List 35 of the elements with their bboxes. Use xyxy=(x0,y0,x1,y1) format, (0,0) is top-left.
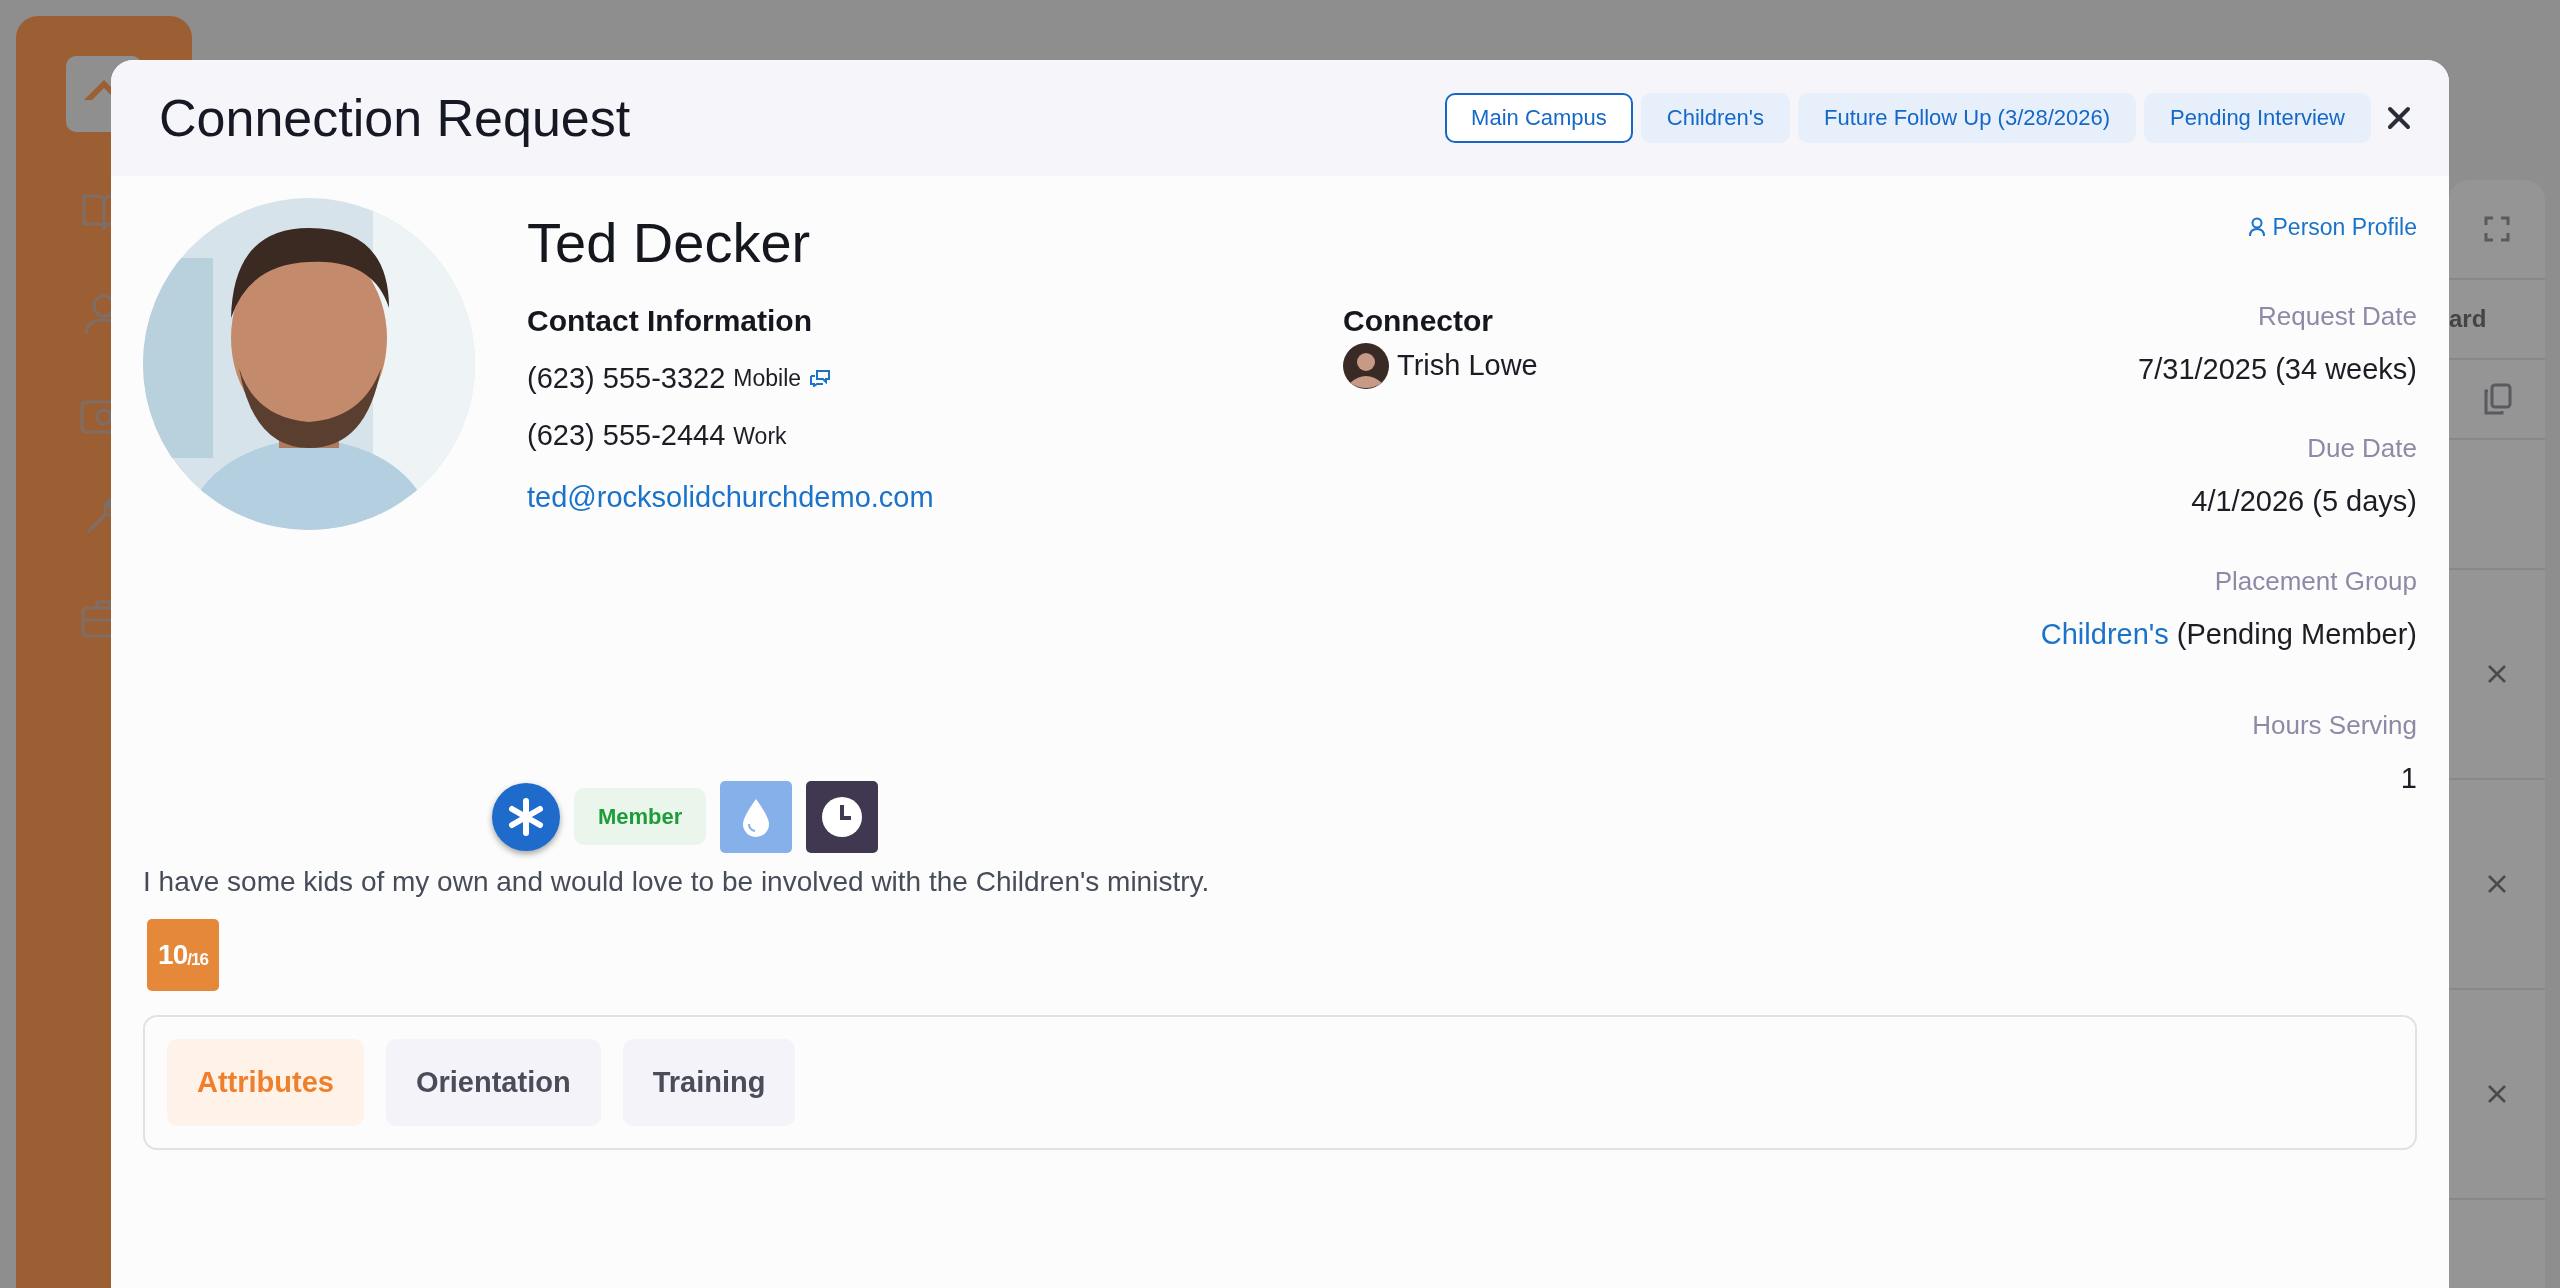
phone-number[interactable]: (623) 555-2444 xyxy=(527,414,726,458)
member-badge: Member xyxy=(574,788,707,845)
phone-number[interactable]: (623) 555-3322 xyxy=(527,356,726,401)
avatar xyxy=(1343,343,1389,389)
person-icon xyxy=(2248,217,2265,238)
detail-label: Request Date xyxy=(2258,299,2417,333)
section-heading: Contact Information xyxy=(527,302,813,339)
tab[interactable]: Orientation xyxy=(385,1038,601,1126)
detail-value: (Pending Member) xyxy=(2176,616,2417,652)
detail-value: 1 xyxy=(2400,761,2417,796)
tab[interactable]: Training xyxy=(622,1038,796,1126)
section-heading: Connector xyxy=(1343,303,1494,339)
comment-text: I have some kids of my own and would love to be involved with the Children's ministry. xyxy=(143,864,1211,899)
tag[interactable]: Main Campus xyxy=(1445,92,1633,144)
tag[interactable]: Pending Interview xyxy=(2144,92,2371,144)
score-badge: 10$_{/16}$ xyxy=(147,918,219,991)
tag[interactable]: Children's xyxy=(1640,92,1790,144)
person-name: Ted Decker xyxy=(527,212,812,274)
detail-label: Placement Group xyxy=(2214,564,2417,598)
chat-icon[interactable] xyxy=(809,369,832,388)
connector-name: Trish Lowe xyxy=(1397,348,1538,384)
tag[interactable]: Future Follow Up (3/28/2026) xyxy=(1797,92,2137,144)
column-label: ard xyxy=(2449,304,2487,334)
detail-value: 4/1/2026 (5 days) xyxy=(2191,484,2417,519)
phone-type: Mobile xyxy=(733,364,802,394)
detail-label: Hours Serving xyxy=(2252,709,2417,742)
phone-type: Work xyxy=(733,421,787,451)
modal-title: Connection Request xyxy=(159,87,631,149)
detail-value: 7/31/2025 (34 weeks) xyxy=(2138,351,2417,387)
group-link[interactable]: Children's xyxy=(2040,612,2169,656)
detail-label: Due Date xyxy=(2307,432,2417,465)
tab[interactable]: Attributes xyxy=(167,1038,364,1126)
close-icon[interactable] xyxy=(2387,106,2411,130)
email-link[interactable]: ted@rocksolidchurchdemo.com xyxy=(527,480,934,513)
person-profile-link[interactable]: Person Profile xyxy=(2248,210,2417,245)
